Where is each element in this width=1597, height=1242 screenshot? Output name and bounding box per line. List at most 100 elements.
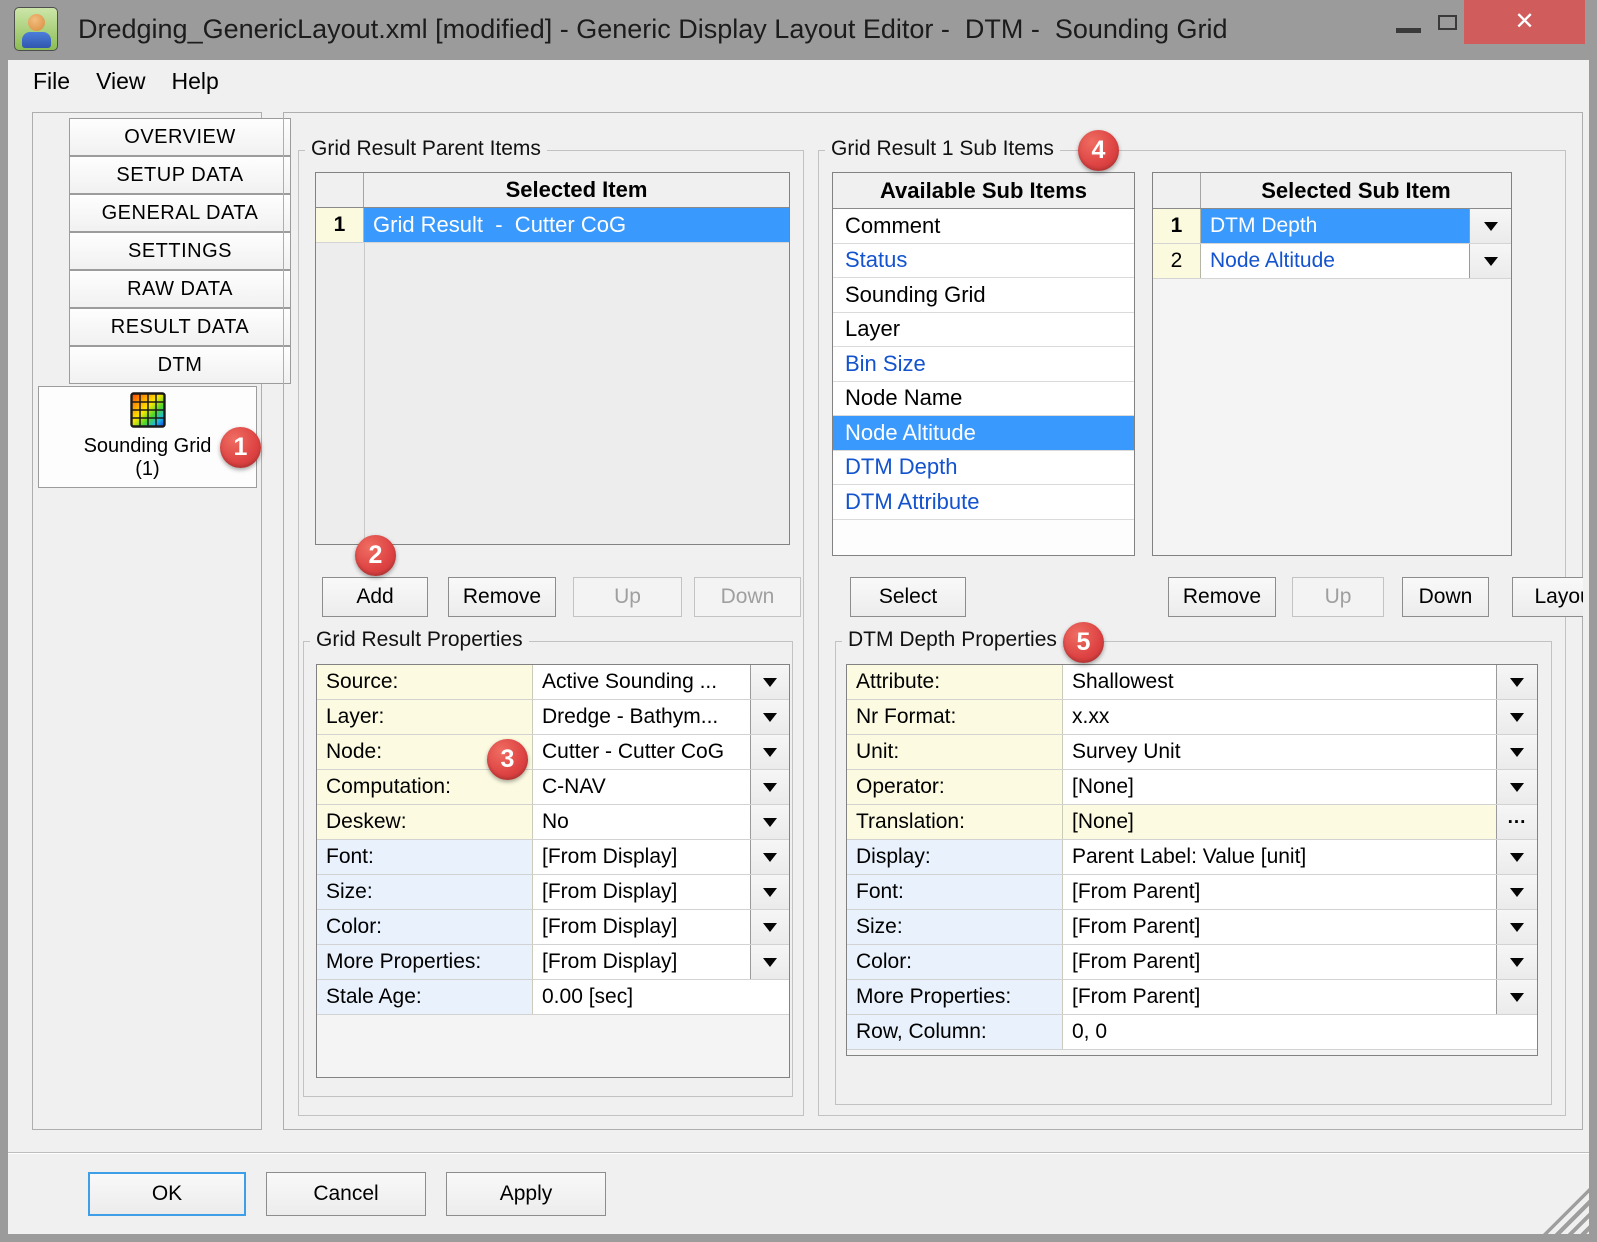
- up-parent-button[interactable]: Up: [573, 577, 682, 617]
- layer-value[interactable]: Dredge - Bathym...: [533, 700, 750, 734]
- selected-sub-item-value[interactable]: Node Altitude: [1201, 244, 1469, 278]
- sidebar-item-setup-data[interactable]: SETUP DATA: [69, 156, 291, 194]
- source-value[interactable]: Active Sounding ...: [533, 665, 750, 699]
- size-dropdown-button[interactable]: [750, 875, 789, 909]
- color-dropdown-button[interactable]: [750, 910, 789, 944]
- list-item-node-name[interactable]: Node Name: [833, 382, 1134, 417]
- list-item-status[interactable]: Status: [833, 244, 1134, 279]
- display-value[interactable]: Parent Label: Value [unit]: [1063, 840, 1496, 874]
- font-parent-dropdown-button[interactable]: [1496, 875, 1537, 909]
- add-button[interactable]: Add: [322, 577, 428, 617]
- more-properties-parent-dropdown-button[interactable]: [1496, 980, 1537, 1014]
- property-row-operator: Operator: [None]: [847, 770, 1537, 805]
- unit-value[interactable]: Survey Unit: [1063, 735, 1496, 769]
- dtm-depth-properties-empty: [847, 1050, 1537, 1055]
- stale-age-value[interactable]: 0.00 [sec]: [533, 980, 789, 1014]
- layout-button[interactable]: Layout: [1512, 577, 1583, 617]
- more-properties-value[interactable]: [From Display]: [533, 945, 750, 979]
- size-parent-dropdown-button[interactable]: [1496, 910, 1537, 944]
- sidebar-item-result-data[interactable]: RESULT DATA: [69, 308, 291, 346]
- attribute-dropdown-button[interactable]: [1496, 665, 1537, 699]
- grid-result-properties-empty: [317, 1015, 789, 1077]
- size-parent-value[interactable]: [From Parent]: [1063, 910, 1496, 944]
- sub-item-dropdown-button[interactable]: [1469, 209, 1511, 243]
- property-row-size: Size: [From Parent]: [847, 910, 1537, 945]
- node-value[interactable]: Cutter - Cutter CoG: [533, 735, 750, 769]
- size-value[interactable]: [From Display]: [533, 875, 750, 909]
- translation-ellipsis-button[interactable]: ...: [1496, 805, 1537, 839]
- remove-sub-button[interactable]: Remove: [1168, 577, 1276, 617]
- property-row-source: Source: Active Sounding ...: [317, 665, 789, 700]
- sidebar-item-settings[interactable]: SETTINGS: [69, 232, 291, 270]
- list-item-sounding-grid[interactable]: Sounding Grid: [833, 278, 1134, 313]
- apply-button[interactable]: Apply: [446, 1172, 606, 1216]
- down-parent-button[interactable]: Down: [694, 577, 801, 617]
- source-dropdown-button[interactable]: [750, 665, 789, 699]
- operator-value[interactable]: [None]: [1063, 770, 1496, 804]
- sidebar-item-general-data[interactable]: GENERAL DATA: [69, 194, 291, 232]
- computation-value[interactable]: C-NAV: [533, 770, 750, 804]
- cancel-button[interactable]: Cancel: [266, 1172, 426, 1216]
- list-item-dtm-depth[interactable]: DTM Depth: [833, 451, 1134, 486]
- list-item-comment[interactable]: Comment: [833, 209, 1134, 244]
- grid-result-properties-legend: Grid Result Properties: [310, 628, 529, 652]
- dtm-depth-properties-legend: DTM Depth Properties: [842, 628, 1063, 652]
- font-parent-value[interactable]: [From Parent]: [1063, 875, 1496, 909]
- computation-dropdown-button[interactable]: [750, 770, 789, 804]
- selected-sub-item-value[interactable]: DTM Depth: [1201, 209, 1469, 243]
- font-value[interactable]: [From Display]: [533, 840, 750, 874]
- color-value[interactable]: [From Display]: [533, 910, 750, 944]
- unit-dropdown-button[interactable]: [1496, 735, 1537, 769]
- attribute-value[interactable]: Shallowest: [1063, 665, 1496, 699]
- translation-value[interactable]: [None]: [1063, 805, 1496, 839]
- sidebar-item-dtm[interactable]: DTM: [69, 346, 291, 384]
- menu-help[interactable]: Help: [159, 60, 232, 102]
- up-sub-button[interactable]: Up: [1292, 577, 1384, 617]
- chevron-down-icon: [1510, 888, 1524, 897]
- sounding-grid-icon: [130, 392, 166, 433]
- ok-button[interactable]: OK: [88, 1172, 246, 1216]
- sidebar-item-overview[interactable]: OVERVIEW: [69, 118, 291, 156]
- list-item-node-altitude[interactable]: Node Altitude: [833, 416, 1134, 451]
- color-parent-value[interactable]: [From Parent]: [1063, 945, 1496, 979]
- display-dropdown-button[interactable]: [1496, 840, 1537, 874]
- node-dropdown-button[interactable]: [750, 735, 789, 769]
- color-parent-dropdown-button[interactable]: [1496, 945, 1537, 979]
- table-row[interactable]: 1 DTM Depth: [1153, 209, 1511, 244]
- menu-view[interactable]: View: [83, 60, 158, 102]
- deskew-dropdown-button[interactable]: [750, 805, 789, 839]
- nr-format-value[interactable]: x.xx: [1063, 700, 1496, 734]
- chevron-down-icon: [763, 888, 777, 897]
- list-item-layer[interactable]: Layer: [833, 313, 1134, 348]
- list-item-dtm-attribute[interactable]: DTM Attribute: [833, 485, 1134, 520]
- more-properties-parent-value[interactable]: [From Parent]: [1063, 980, 1496, 1014]
- deskew-value[interactable]: No: [533, 805, 750, 839]
- callout-badge-3: 3: [487, 739, 528, 780]
- nr-format-dropdown-button[interactable]: [1496, 700, 1537, 734]
- table-row[interactable]: 1 Grid Result - Cutter CoG: [316, 208, 789, 243]
- remove-parent-button[interactable]: Remove: [448, 577, 556, 617]
- index-column-header: [1153, 173, 1201, 208]
- parent-item-value[interactable]: Grid Result - Cutter CoG: [364, 208, 789, 242]
- property-label: Deskew:: [317, 805, 533, 839]
- maximize-button[interactable]: [1438, 15, 1457, 30]
- font-dropdown-button[interactable]: [750, 840, 789, 874]
- sub-items-legend: Grid Result 1 Sub Items: [825, 137, 1060, 161]
- more-properties-dropdown-button[interactable]: [750, 945, 789, 979]
- table-row[interactable]: 2 Node Altitude: [1153, 244, 1511, 279]
- sub-item-dropdown-button[interactable]: [1469, 244, 1511, 278]
- property-label: Source:: [317, 665, 533, 699]
- operator-dropdown-button[interactable]: [1496, 770, 1537, 804]
- property-label: Font:: [847, 875, 1063, 909]
- list-item-bin-size[interactable]: Bin Size: [833, 347, 1134, 382]
- menu-file[interactable]: File: [20, 60, 83, 102]
- row-column-value[interactable]: 0, 0: [1063, 1015, 1537, 1049]
- select-button[interactable]: Select: [850, 577, 966, 617]
- layer-dropdown-button[interactable]: [750, 700, 789, 734]
- down-sub-button[interactable]: Down: [1402, 577, 1489, 617]
- close-button[interactable]: ✕: [1464, 0, 1585, 44]
- minimize-button[interactable]: [1396, 28, 1421, 33]
- property-label: Font:: [317, 840, 533, 874]
- callout-badge-5: 5: [1063, 622, 1104, 663]
- sidebar-item-raw-data[interactable]: RAW DATA: [69, 270, 291, 308]
